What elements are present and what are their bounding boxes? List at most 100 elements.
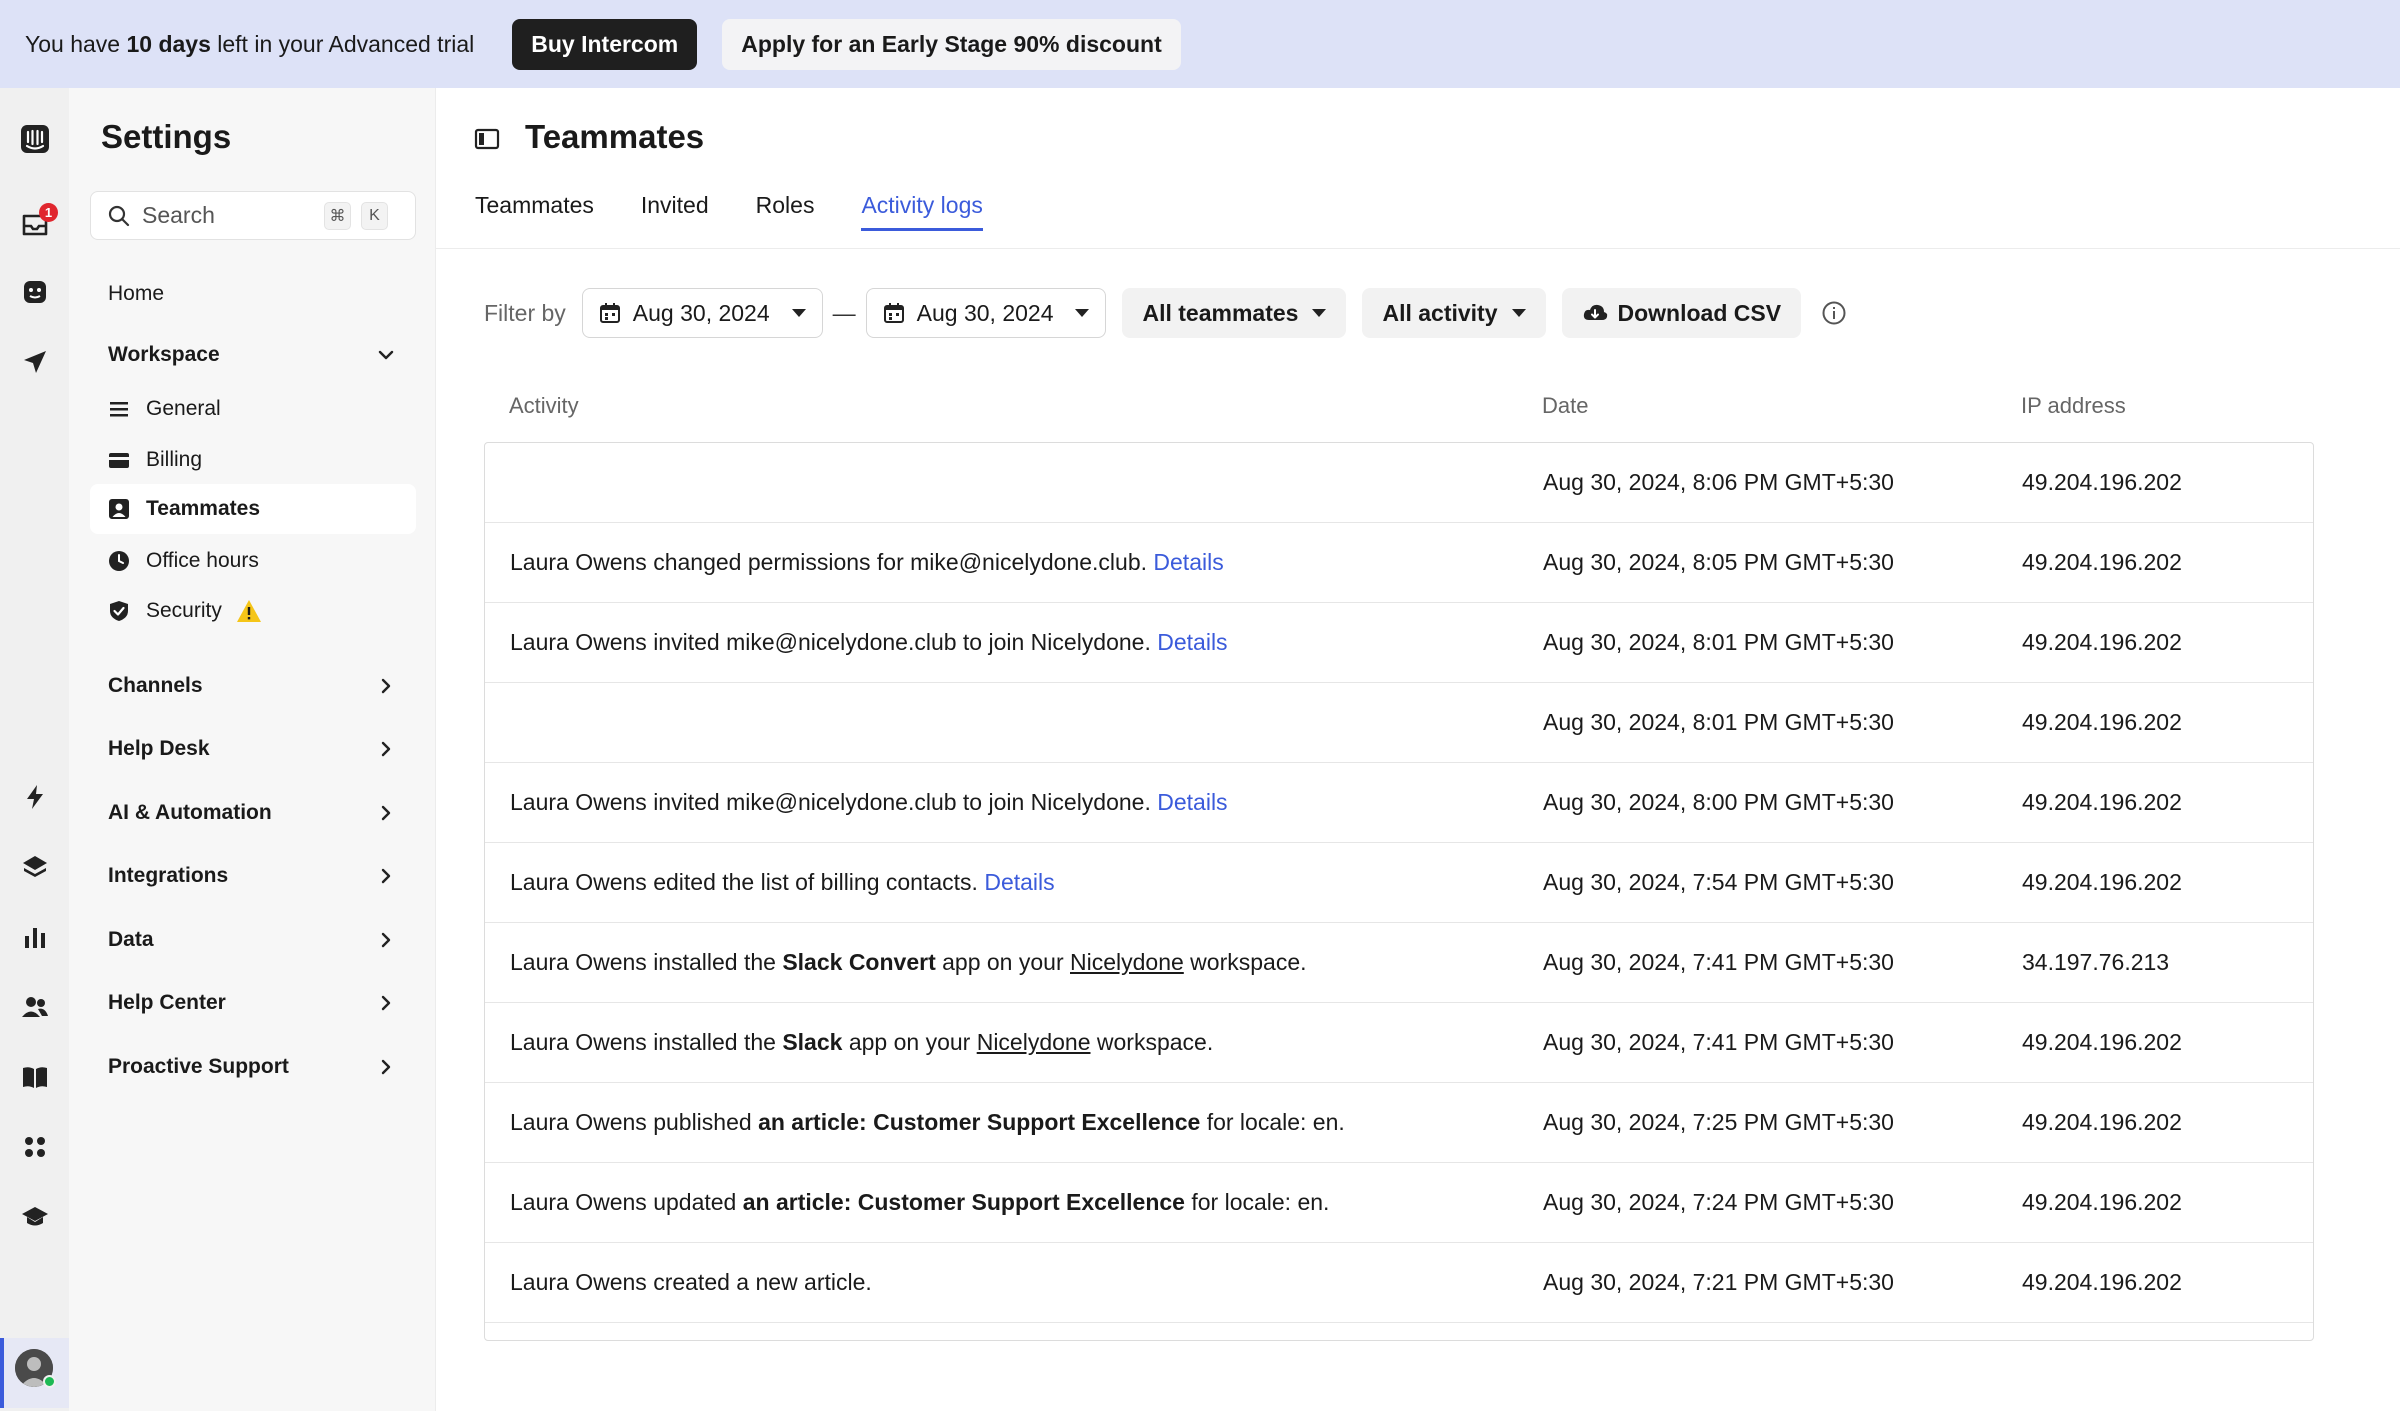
ip-cell: 49.204.196.202 <box>2022 629 2182 655</box>
fin-ai-icon[interactable] <box>17 274 53 310</box>
tab-activity-logs[interactable]: Activity logs <box>861 192 984 231</box>
activity-cell: Laura Owens invited mike@nicelydone.club… <box>510 629 1228 655</box>
cloud-download-icon <box>1583 304 1607 320</box>
caret-down-icon <box>791 309 806 317</box>
date-cell: Aug 30, 2024, 8:01 PM GMT+5:30 <box>1543 709 1894 735</box>
main-content: Teammates Teammates Invited Roles Activi… <box>436 88 2400 1411</box>
reports-chart-icon[interactable] <box>17 919 53 955</box>
table-row: Laura Owens installed the Slack app on y… <box>485 1003 2313 1083</box>
workspace-link[interactable]: Nicelydone <box>977 1029 1091 1055</box>
online-status-dot <box>43 1375 56 1388</box>
calendar-icon <box>599 303 620 323</box>
ip-cell: 49.204.196.202 <box>2022 1029 2182 1055</box>
details-link[interactable]: Details <box>1157 629 1227 655</box>
sidebar-section-workspace[interactable]: Workspace <box>90 331 416 379</box>
sidebar-section-channels[interactable]: Channels <box>90 662 416 710</box>
sidebar-item-office-hours[interactable]: Office hours <box>90 536 416 586</box>
sidebar-item-teammates[interactable]: Teammates <box>90 484 416 534</box>
workspace-link[interactable]: Nicelydone <box>1070 949 1184 975</box>
start-date-picker[interactable]: Aug 30, 2024 <box>581 288 823 338</box>
activity-filter-dropdown[interactable]: All activity <box>1362 288 1546 338</box>
warning-icon <box>236 600 261 622</box>
table-row: Aug 30, 2024, 8:06 PM GMT+5:30 49.204.19… <box>485 443 2313 523</box>
table-row: Aug 30, 2024, 8:01 PM GMT+5:30 49.204.19… <box>485 683 2313 763</box>
command-key-hint: ⌘ <box>324 202 351 230</box>
knowledge-book-icon[interactable] <box>17 1059 53 1095</box>
table-row: Laura Owens invited mike@nicelydone.club… <box>485 603 2313 683</box>
layers-icon[interactable] <box>17 849 53 885</box>
settings-sidebar: Settings Search ⌘ K Home Workspace Gener… <box>69 88 436 1411</box>
date-cell: Aug 30, 2024, 7:54 PM GMT+5:30 <box>1543 869 1894 895</box>
ip-cell: 49.204.196.202 <box>2022 1189 2182 1215</box>
activity-cell: Laura Owens created a new article. <box>510 1269 872 1295</box>
teammates-filter-dropdown[interactable]: All teammates <box>1122 288 1347 338</box>
tab-invited[interactable]: Invited <box>641 192 709 231</box>
date-cell: Aug 30, 2024, 7:21 PM GMT+5:30 <box>1543 1269 1894 1295</box>
chevron-down-icon <box>378 350 394 360</box>
filter-label: Filter by <box>484 299 566 326</box>
sidebar-section-integrations[interactable]: Integrations <box>90 852 416 900</box>
sidebar-item-security[interactable]: Security <box>90 586 416 636</box>
toggle-sidebar-icon[interactable] <box>474 126 500 152</box>
settings-title: Settings <box>101 118 232 155</box>
tab-roles[interactable]: Roles <box>756 192 815 231</box>
date-cell: Aug 30, 2024, 8:01 PM GMT+5:30 <box>1543 629 1894 655</box>
app-icon-rail: 1 <box>0 88 69 1411</box>
table-row: Laura Owens updated an article: Customer… <box>485 1163 2313 1243</box>
calendar-icon <box>883 303 904 323</box>
inbox-badge: 1 <box>39 203 58 222</box>
sidebar-section-proactive-support[interactable]: Proactive Support <box>90 1043 416 1091</box>
table-header: Activity Date IP address <box>484 393 2314 423</box>
automation-bolt-icon[interactable] <box>17 779 53 815</box>
person-icon <box>108 498 130 520</box>
details-link[interactable]: Details <box>1157 789 1227 815</box>
intercom-logo-icon[interactable] <box>17 121 53 157</box>
column-header-ip: IP address <box>2021 393 2126 418</box>
sidebar-item-general[interactable]: General <box>90 384 416 434</box>
chevron-right-icon <box>381 868 391 884</box>
caret-down-icon <box>1511 309 1526 317</box>
sidebar-section-ai-automation[interactable]: AI & Automation <box>90 789 416 837</box>
info-icon[interactable] <box>1821 300 1847 326</box>
tab-teammates[interactable]: Teammates <box>475 192 594 231</box>
search-placeholder: Search <box>142 202 215 228</box>
apps-grid-icon[interactable] <box>17 1129 53 1165</box>
date-cell: Aug 30, 2024, 8:05 PM GMT+5:30 <box>1543 549 1894 575</box>
sidebar-section-help-center[interactable]: Help Center <box>90 979 416 1027</box>
sidebar-item-home[interactable]: Home <box>90 270 416 318</box>
ip-cell: 49.204.196.202 <box>2022 1269 2182 1295</box>
table-row: Laura Owens invited mike@nicelydone.club… <box>485 763 2313 843</box>
sidebar-section-data[interactable]: Data <box>90 916 416 964</box>
outbound-send-icon[interactable] <box>17 344 53 380</box>
inbox-icon[interactable]: 1 <box>17 203 58 243</box>
tabs-divider <box>436 248 2400 249</box>
details-link[interactable]: Details <box>984 869 1054 895</box>
chevron-right-icon <box>381 1059 391 1075</box>
date-range-separator: — <box>832 299 856 326</box>
date-cell: Aug 30, 2024, 7:24 PM GMT+5:30 <box>1543 1189 1894 1215</box>
caret-down-icon <box>1312 309 1327 317</box>
chevron-right-icon <box>381 995 391 1011</box>
search-icon <box>108 205 130 226</box>
details-link[interactable]: Details <box>1153 549 1223 575</box>
academy-graduation-icon[interactable] <box>17 1199 53 1235</box>
download-csv-button[interactable]: Download CSV <box>1561 288 1802 338</box>
settings-search-input[interactable]: Search ⌘ K <box>90 191 416 240</box>
caret-down-icon <box>1075 309 1090 317</box>
sidebar-section-help-desk[interactable]: Help Desk <box>90 725 416 773</box>
chevron-right-icon <box>381 678 391 694</box>
chevron-right-icon <box>381 741 391 757</box>
sidebar-item-billing[interactable]: Billing <box>90 435 416 485</box>
ip-cell: 49.204.196.202 <box>2022 1109 2182 1135</box>
buy-intercom-button[interactable]: Buy Intercom <box>512 18 698 70</box>
end-date-picker[interactable]: Aug 30, 2024 <box>865 288 1107 338</box>
ip-cell: 49.204.196.202 <box>2022 469 2182 495</box>
contacts-people-icon[interactable] <box>17 989 53 1025</box>
date-cell: Aug 30, 2024, 7:41 PM GMT+5:30 <box>1543 949 1894 975</box>
early-stage-discount-button[interactable]: Apply for an Early Stage 90% discount <box>722 18 1181 70</box>
table-row: Laura Owens published an article: Custom… <box>485 1083 2313 1163</box>
date-cell: Aug 30, 2024, 8:00 PM GMT+5:30 <box>1543 789 1894 815</box>
chevron-right-icon <box>381 932 391 948</box>
table-row: Laura Owens changed permissions for mike… <box>485 523 2313 603</box>
activity-cell: Laura Owens updated an article: Customer… <box>510 1189 1330 1215</box>
